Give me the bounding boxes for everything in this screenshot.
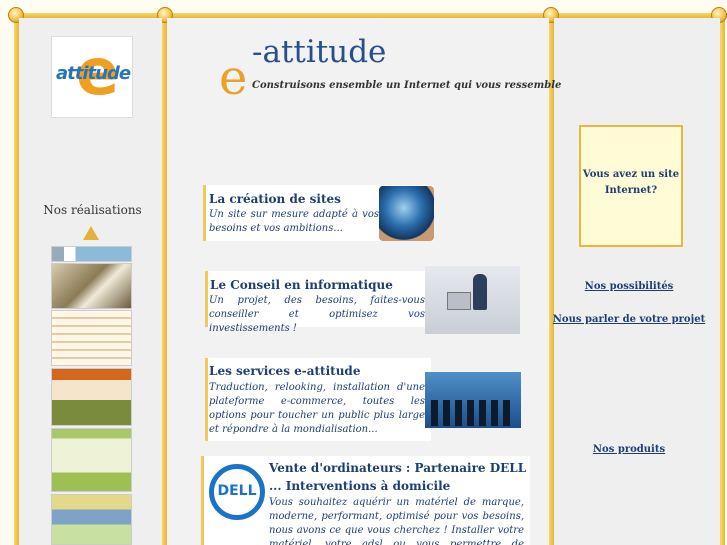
service-title[interactable]: La création de sites bbox=[209, 192, 341, 206]
frame-right-rail bbox=[720, 13, 725, 545]
logo-text: attitude bbox=[56, 63, 131, 84]
businessman-computer-image bbox=[425, 266, 520, 334]
dell-logo-text: DELL bbox=[217, 483, 257, 499]
realisations-title: Nos réalisations bbox=[43, 203, 142, 217]
world-people-image bbox=[425, 372, 521, 428]
service-text: Traduction, relooking, installation d'un… bbox=[209, 382, 425, 435]
service-text: Un site sur mesure adapté à vos besoins … bbox=[209, 209, 379, 234]
scroll-up-arrow-icon[interactable] bbox=[83, 226, 99, 240]
service-title[interactable]: Vente d'ordinateurs : Partenaire DELL bbox=[269, 461, 526, 475]
realisation-thumbnail[interactable] bbox=[51, 428, 132, 492]
service-text: Un projet, des besoins, faites-vous cons… bbox=[209, 295, 425, 334]
service-text-content: Vous souhaitez aquérir un matériel de ma… bbox=[269, 497, 524, 545]
brand-letter: e bbox=[219, 50, 248, 106]
realisation-thumbnail[interactable] bbox=[51, 310, 132, 366]
dell-logo[interactable]: DELL bbox=[209, 464, 265, 520]
realisation-thumbnail[interactable] bbox=[51, 494, 132, 545]
realisation-thumbnail[interactable] bbox=[51, 368, 132, 426]
link-parler-projet[interactable]: Nous parler de votre projet bbox=[549, 314, 709, 325]
service-title[interactable]: Les services e-attitude bbox=[209, 364, 360, 378]
silhouettes bbox=[431, 400, 515, 426]
link-nos-produits[interactable]: Nos produits bbox=[549, 444, 709, 455]
promo-box[interactable]: Vous avez un site Internet? bbox=[579, 125, 683, 247]
link-nos-possibilites[interactable]: Nos possibilités bbox=[549, 281, 709, 292]
businessman-figure bbox=[473, 274, 487, 310]
site-logo[interactable]: e attitude bbox=[51, 36, 133, 118]
tagline: Construisons ensemble un Internet qui vo… bbox=[252, 80, 562, 91]
service-text: Vous souhaitez aquérir un matériel de ma… bbox=[269, 496, 524, 545]
service-title[interactable]: Le Conseil en informatique bbox=[210, 278, 393, 292]
globe-hands-image bbox=[379, 186, 434, 241]
realisation-thumbnail[interactable] bbox=[51, 246, 132, 262]
realisation-thumbnail[interactable] bbox=[51, 263, 132, 309]
service-subtitle: ... Interventions à domicile bbox=[269, 479, 451, 493]
computer-shape bbox=[447, 292, 471, 310]
promo-text: Vous avez un site Internet? bbox=[582, 169, 680, 196]
brand-name: -attitude bbox=[252, 34, 387, 70]
